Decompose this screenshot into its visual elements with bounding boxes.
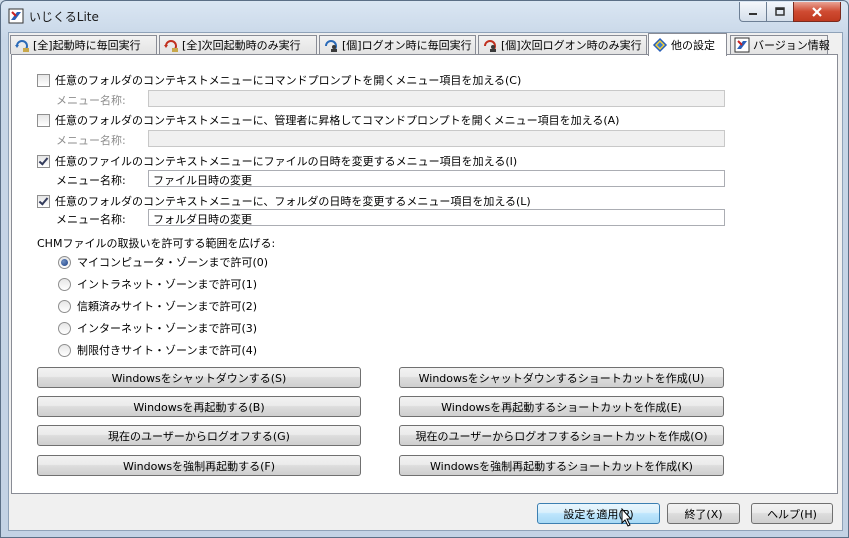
radio-label: 信頼済みサイト・ゾーンまで許可(2) xyxy=(77,300,258,313)
menu-name-input[interactable] xyxy=(148,90,725,107)
minimize-icon xyxy=(749,12,757,15)
radio-button[interactable] xyxy=(58,321,71,335)
option-folder-datetime[interactable]: 任意のフォルダのコンテキストメニューに、フォルダの日時を変更するメニュー項目を加… xyxy=(37,193,531,209)
menu-name-input[interactable] xyxy=(148,130,725,147)
reboot-button[interactable]: Windowsを再起動する(B) xyxy=(37,396,361,417)
title-bar[interactable]: いじくるLite xyxy=(1,1,848,31)
shutdown-shortcut-button[interactable]: Windowsをシャットダウンするショートカットを作成(U) xyxy=(399,367,724,388)
menu-name-label: メニュー名称: xyxy=(56,134,126,147)
radio-restricted-zone[interactable]: 制限付きサイト・ゾーンまで許可(4) xyxy=(58,342,257,358)
close-button[interactable] xyxy=(793,2,841,22)
checkbox[interactable] xyxy=(37,194,50,208)
radio-label: マイコンピュータ・ゾーンまで許可(0) xyxy=(77,256,269,269)
radio-label: イントラネット・ゾーンまで許可(1) xyxy=(77,278,258,291)
menu-name-label: メニュー名称: xyxy=(56,94,126,107)
radio-intranet-zone[interactable]: イントラネット・ゾーンまで許可(1) xyxy=(58,276,257,292)
shutdown-button[interactable]: Windowsをシャットダウンする(S) xyxy=(37,367,361,388)
radio-button[interactable] xyxy=(58,343,71,357)
other-settings-panel: 任意のフォルダのコンテキストメニューにコマンドプロンプトを開くメニュー項目を加え… xyxy=(11,54,838,494)
tab-strip: [全]起動時に毎回実行 [全]次回起動時のみ実行 [個]ログオン時に毎回実行 [… xyxy=(9,33,842,56)
radio-trusted-zone[interactable]: 信頼済みサイト・ゾーンまで許可(2) xyxy=(58,298,257,314)
option-cmd-prompt[interactable]: 任意のフォルダのコンテキストメニューにコマンドプロンプトを開くメニュー項目を加え… xyxy=(37,72,521,88)
tab-version-info[interactable]: バージョン情報 xyxy=(730,35,830,54)
tab-label: [全]次回起動時のみ実行 xyxy=(182,39,301,52)
tab-label: バージョン情報 xyxy=(753,39,830,52)
option-file-datetime[interactable]: 任意のファイルのコンテキストメニューにファイルの日時を変更するメニュー項目を加え… xyxy=(37,153,517,169)
tab-all-next-startup[interactable]: [全]次回起動時のみ実行 xyxy=(159,35,317,54)
maximize-icon xyxy=(775,7,785,16)
tab-label: 他の設定 xyxy=(671,39,715,52)
option-label: 任意のファイルのコンテキストメニューにファイルの日時を変更するメニュー項目を加え… xyxy=(55,155,518,168)
logoff-shortcut-button[interactable]: 現在のユーザーからログオフするショートカットを作成(O) xyxy=(399,425,724,446)
user-arrow-icon xyxy=(325,40,337,52)
tab-label: [全]起動時に毎回実行 xyxy=(33,39,141,52)
window-title: いじくるLite xyxy=(29,10,99,24)
apply-settings-button[interactable]: 設定を適用(P) xyxy=(537,503,660,524)
tab-other-settings[interactable]: 他の設定 xyxy=(648,33,727,56)
app-logo-icon xyxy=(734,37,750,53)
radio-label: インターネット・ゾーンまで許可(3) xyxy=(77,322,258,335)
user-arrow-red-icon xyxy=(484,40,496,52)
force-reboot-shortcut-button[interactable]: Windowsを強制再起動するショートカットを作成(K) xyxy=(399,455,724,476)
tab-label: [個]ログオン時に毎回実行 xyxy=(342,39,472,52)
menu-name-label: メニュー名称: xyxy=(56,174,126,187)
close-icon xyxy=(812,6,822,17)
option-label: 任意のフォルダのコンテキストメニューに、管理者に昇格してコマンドプロンプトを開く… xyxy=(55,114,620,127)
menu-name-label: メニュー名称: xyxy=(56,213,126,226)
cursor-icon xyxy=(621,508,633,527)
tab-all-every-startup[interactable]: [全]起動時に毎回実行 xyxy=(10,35,157,54)
help-button[interactable]: ヘルプ(H) xyxy=(751,503,833,524)
menu-name-input[interactable]: フォルダ日時の変更 xyxy=(148,209,725,226)
exit-button[interactable]: 終了(X) xyxy=(667,503,740,524)
recycle-arrow-icon xyxy=(15,40,29,52)
minimize-button[interactable] xyxy=(739,2,767,22)
tab-user-next-logon[interactable]: [個]次回ログオン時のみ実行 xyxy=(478,35,647,54)
radio-my-computer-zone[interactable]: マイコンピュータ・ゾーンまで許可(0) xyxy=(58,254,268,270)
maximize-button[interactable] xyxy=(766,2,794,22)
option-admin-cmd-prompt[interactable]: 任意のフォルダのコンテキストメニューに、管理者に昇格してコマンドプロンプトを開く… xyxy=(37,112,619,128)
radio-button[interactable] xyxy=(58,299,71,313)
reboot-shortcut-button[interactable]: Windowsを再起動するショートカットを作成(E) xyxy=(399,396,724,417)
logoff-button[interactable]: 現在のユーザーからログオフする(G) xyxy=(37,425,361,446)
radio-label: 制限付きサイト・ゾーンまで許可(4) xyxy=(77,344,258,357)
recycle-arrow-red-icon xyxy=(164,40,178,52)
checkbox[interactable] xyxy=(37,154,50,168)
radio-internet-zone[interactable]: インターネット・ゾーンまで許可(3) xyxy=(58,320,257,336)
app-window: いじくるLite [全]起動時に毎回実行 [全]次回起動時のみ実行 [個]ログオ… xyxy=(0,0,849,538)
client-area: [全]起動時に毎回実行 [全]次回起動時のみ実行 [個]ログオン時に毎回実行 [… xyxy=(8,32,843,531)
radio-button[interactable] xyxy=(58,255,71,269)
app-icon xyxy=(8,8,24,24)
tab-user-every-logon[interactable]: [個]ログオン時に毎回実行 xyxy=(319,35,476,54)
force-reboot-button[interactable]: Windowsを強制再起動する(F) xyxy=(37,455,361,476)
tab-label: [個]次回ログオン時のみ実行 xyxy=(501,39,642,52)
radio-button[interactable] xyxy=(58,277,71,291)
option-label: 任意のフォルダのコンテキストメニューに、フォルダの日時を変更するメニュー項目を加… xyxy=(55,195,531,208)
menu-name-input[interactable]: ファイル日時の変更 xyxy=(148,170,725,187)
option-label: 任意のフォルダのコンテキストメニューにコマンドプロンプトを開くメニュー項目を加え… xyxy=(55,74,522,87)
checkbox[interactable] xyxy=(37,113,50,127)
chm-heading: CHMファイルの取扱いを許可する範囲を広げる: xyxy=(37,237,276,250)
checkbox[interactable] xyxy=(37,73,50,87)
diamond-settings-icon xyxy=(652,37,668,53)
